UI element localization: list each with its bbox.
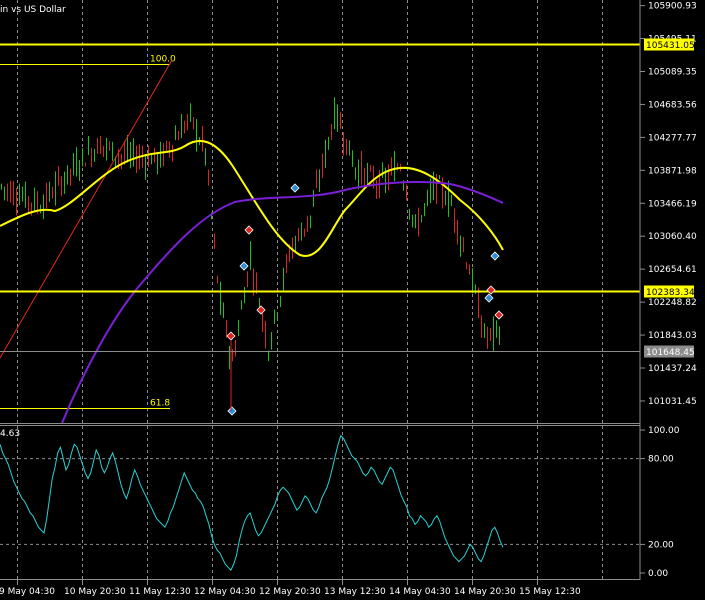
oscillator-tick-label: 80.00 [648,455,674,465]
oscillator-value: 4.63 [0,429,20,439]
oscillator-tick-label: 100.00 [648,426,680,436]
price-line-tag-label: 102383.34 [646,288,695,298]
time-tick-label: 13 May 12:30 [324,587,386,597]
price-tick-label: 101437.24 [648,364,697,374]
price-tick-label: 103871.98 [648,166,697,176]
price-tick-label: 105089.35 [648,67,697,77]
trading-chart[interactable]: 100.0 61.8 in vs US Dollar 4.63 105900.93… [0,0,705,600]
time-tick-label: 11 May 12:30 [129,587,191,597]
price-line-tag-label: 101648.45 [646,348,695,358]
price-tick-label: 104277.77 [648,133,697,143]
price-tick-label: 102654.61 [648,265,697,275]
oscillator-tick-label: 20.00 [648,540,674,550]
time-tick-label: 12 May 04:30 [194,587,256,597]
price-tick-label: 105900.93 [648,2,697,12]
price-line-tag-label: 105431.05 [646,41,695,51]
price-tick-label: 101843.03 [648,331,697,341]
chart-symbol-title: in vs US Dollar [0,5,66,15]
time-tick-label: 12 May 20:30 [259,587,321,597]
price-tick-label: 102248.82 [648,298,697,308]
fibo-level-label: 61.8 [150,399,170,409]
price-tick-label: 104683.56 [648,100,697,110]
fibo-level-label: 100.0 [150,55,176,65]
time-tick-label: 15 May 12:30 [519,587,581,597]
price-tick-label: 103466.19 [648,199,697,209]
price-tick-label: 103060.40 [648,232,697,242]
time-tick-label: 10 May 20:30 [64,587,126,597]
time-tick-label: 14 May 04:30 [389,587,451,597]
price-tick-label: 101031.45 [648,397,697,407]
time-tick-label: 9 May 04:30 [0,587,55,597]
time-tick-label: 14 May 20:30 [454,587,516,597]
oscillator-tick-label: 0.00 [648,569,668,579]
